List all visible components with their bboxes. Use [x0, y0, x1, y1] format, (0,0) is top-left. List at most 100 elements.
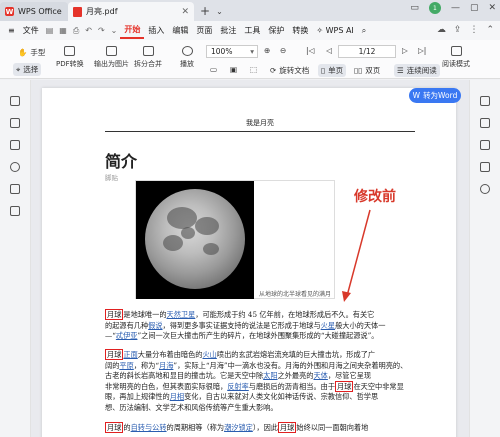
convert-to-word-label: 转为Word: [423, 91, 458, 100]
actual-size-icon[interactable]: ⬚: [250, 65, 257, 74]
continuous-read-button[interactable]: ☰ 连续阅读: [394, 64, 440, 77]
zoom-in-icon[interactable]: ⊕: [264, 46, 270, 55]
next-page-icon[interactable]: ▷: [402, 46, 408, 55]
properties-icon[interactable]: [480, 96, 490, 106]
menu-annotate[interactable]: 批注: [216, 21, 240, 40]
link-mare[interactable]: 月海: [159, 361, 173, 370]
menu-protect[interactable]: 保护: [264, 21, 288, 40]
menu-wps-ai[interactable]: ✧ WPS AI: [312, 21, 357, 40]
save-icon[interactable]: ▦: [56, 26, 70, 35]
image-icon: [106, 46, 117, 56]
link-natural-satellite[interactable]: 天然卫星: [167, 310, 196, 319]
chevron-down-icon[interactable]: ⌄: [216, 2, 223, 21]
link-rotation-revolution[interactable]: 自转与公转: [131, 423, 167, 432]
notification-badge[interactable]: 1: [428, 2, 441, 14]
split-merge-button[interactable]: 拆分合并: [134, 46, 162, 69]
minimize-icon[interactable]: —: [451, 3, 460, 13]
link-albedo[interactable]: 反射率: [227, 382, 249, 391]
menu-convert[interactable]: 转换: [288, 21, 312, 40]
ai-star-icon: ✧: [316, 26, 324, 35]
export-image-label: 输出为图片: [94, 60, 129, 68]
cloud-icon[interactable]: ☁: [437, 25, 446, 35]
undo-icon[interactable]: ↶: [82, 26, 95, 35]
thumbnail-icon[interactable]: [10, 118, 20, 128]
close-window-icon[interactable]: ✕: [488, 3, 496, 13]
pdf-convert-icon: [64, 46, 76, 56]
collapse-ribbon-icon[interactable]: ⌃: [486, 25, 494, 35]
menu-tools[interactable]: 工具: [240, 21, 264, 40]
link-hypothesis[interactable]: 假说: [148, 321, 162, 330]
paragraph-3: 月球 的自转与公转的周期相等（称为潮汐锁定），因此 月球 始终以同一面朝向着地: [105, 422, 369, 433]
hand-tool-button[interactable]: ✋ 手型: [18, 47, 45, 58]
export-image-button[interactable]: 输出为图片: [94, 46, 129, 69]
last-page-icon[interactable]: ▷|: [418, 46, 426, 55]
word-icon: W: [412, 91, 421, 100]
split-merge-label: 拆分合并: [134, 60, 162, 68]
menu-insert[interactable]: 插入: [144, 21, 168, 40]
play-label: 播放: [180, 60, 194, 68]
share-icon[interactable]: ⇪: [454, 25, 462, 35]
left-sidebar: [0, 80, 31, 437]
link-theia[interactable]: 忒伊亚: [116, 331, 138, 340]
highlight-box: 月球: [335, 380, 354, 392]
menu-page[interactable]: 页面: [192, 21, 216, 40]
read-mode-button[interactable]: 阅读模式: [442, 46, 470, 69]
prev-page-icon[interactable]: ◁: [326, 46, 332, 55]
fit-page-icon[interactable]: ▣: [230, 65, 237, 74]
double-page-button[interactable]: ▯▯ 双页: [354, 65, 380, 76]
chevron-down-icon[interactable]: ⌄: [108, 26, 121, 35]
tab-pdf-document[interactable]: 月亮.pdf ✕: [68, 2, 194, 21]
zoom-out-icon[interactable]: ⊖: [280, 46, 286, 55]
link-volcano[interactable]: 火山: [202, 350, 216, 359]
menu-wps-ai-label: WPS AI: [325, 26, 354, 35]
link-tidal-locking[interactable]: 潮汐锁定: [224, 423, 253, 432]
menu-bar: ≡ 文件 ▤ ▦ ⎙ ↶ ↷ ⌄ 开始 插入 编辑 页面 批注 工具 保护 转换…: [0, 21, 500, 40]
settings-icon[interactable]: [480, 184, 490, 194]
close-tab-icon[interactable]: ✕: [181, 7, 189, 17]
first-page-icon[interactable]: |◁: [306, 46, 314, 55]
window-list-icon[interactable]: ▭: [410, 3, 419, 13]
menu-hamburger-icon[interactable]: ≡: [4, 21, 19, 40]
link-celestial-body[interactable]: 天体: [313, 371, 327, 380]
link-mars[interactable]: 火星: [321, 321, 335, 330]
play-button[interactable]: 播放: [180, 46, 194, 69]
menu-file[interactable]: 文件: [19, 21, 43, 40]
page-number-input[interactable]: 1/12: [338, 45, 396, 58]
link-plain[interactable]: 平原: [119, 361, 133, 370]
menu-start[interactable]: 开始: [120, 22, 145, 39]
link-front-side[interactable]: 正面: [123, 350, 137, 359]
style-icon[interactable]: [480, 118, 490, 128]
pdf-convert-button[interactable]: PDF转换: [56, 46, 84, 69]
print-icon[interactable]: ⎙: [70, 26, 82, 36]
link-lunar-phase[interactable]: 月相: [170, 392, 184, 401]
menu-edit[interactable]: 编辑: [168, 21, 192, 40]
rotate-icon: ⟳: [270, 66, 277, 75]
zoom-select[interactable]: 100%: [206, 45, 258, 58]
signature-icon[interactable]: [10, 184, 20, 194]
select-tool-button[interactable]: ⌖ 选择: [13, 63, 42, 76]
comment-icon[interactable]: [10, 140, 20, 150]
more-icon[interactable]: ⋮: [469, 25, 478, 35]
pdf-file-icon: [73, 6, 82, 17]
document-viewport[interactable]: 我是月亮 简介 脚贴 从地球的北半球看见的满月 修改前 月球 是地球唯一的天然卫星…: [31, 80, 469, 437]
single-page-button[interactable]: ▯ 单页: [318, 64, 347, 77]
tab-wps-office[interactable]: W WPS Office: [0, 2, 68, 21]
rotate-document-button[interactable]: ⟳ 旋转文档: [270, 65, 309, 76]
tab-label: WPS Office: [18, 7, 62, 16]
layers-icon[interactable]: [10, 206, 20, 216]
new-tab-icon[interactable]: +: [200, 2, 210, 21]
open-icon[interactable]: ▤: [43, 26, 57, 35]
compare-icon[interactable]: [480, 162, 490, 172]
search-icon[interactable]: ⌕: [358, 21, 370, 40]
link-sun[interactable]: 太阳: [263, 371, 277, 380]
convert-to-word-button[interactable]: W 转为Word: [409, 88, 461, 103]
attachment-icon[interactable]: [10, 162, 20, 172]
bookmark-icon[interactable]: [10, 96, 20, 106]
redo-icon[interactable]: ↷: [95, 26, 108, 35]
highlight-box: 月球: [277, 422, 297, 433]
split-merge-icon: [142, 46, 154, 56]
translate-icon[interactable]: [480, 140, 490, 150]
fit-width-icon[interactable]: ▭: [210, 65, 217, 74]
window-controls: ▭ 1 — ▢ ✕: [410, 2, 496, 14]
maximize-icon[interactable]: ▢: [470, 3, 479, 13]
